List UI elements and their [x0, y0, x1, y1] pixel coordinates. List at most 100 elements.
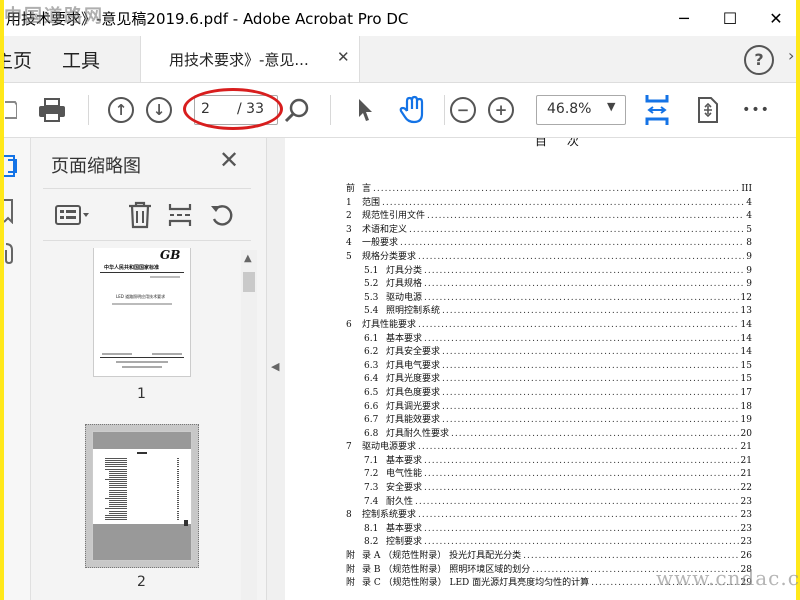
save-icon[interactable]	[4, 83, 18, 137]
toc-page: 12	[740, 292, 752, 303]
toc-row[interactable]: 7 驱动电源要求.................................…	[346, 441, 752, 455]
toc-row[interactable]: 5.1 灯具分类.................................…	[346, 265, 752, 279]
page-number-field[interactable]: 2 / 33	[194, 95, 278, 125]
rotate-page-icon[interactable]	[207, 200, 237, 230]
panel-collapse-handle[interactable]: ◀	[266, 138, 286, 600]
tab-document[interactable]: 用技术要求》-意见... ✕	[140, 36, 360, 82]
close-panel-icon[interactable]: ✕	[219, 146, 239, 174]
toc-row[interactable]: 4 一般要求...................................…	[346, 237, 752, 251]
minimize-button[interactable]: ─	[664, 0, 704, 36]
toc-leader: ........................................…	[424, 333, 739, 344]
current-page-input[interactable]: 2	[201, 101, 210, 117]
toc-row[interactable]: 5.3 驱动电源.................................…	[346, 292, 752, 306]
scrollbar-thumb[interactable]	[243, 272, 255, 292]
toc-number: 3	[346, 224, 352, 235]
toc-leader: ........................................…	[427, 211, 744, 222]
help-icon[interactable]: ?	[744, 45, 774, 75]
toc-row[interactable]: 6.7 灯具能效要求...............................…	[346, 414, 752, 428]
zoom-out-icon[interactable]: −	[448, 83, 478, 137]
thumbnail-selection[interactable]	[85, 424, 199, 568]
toc-row[interactable]: 6.4 灯具光度要求...............................…	[346, 373, 752, 387]
toc-row[interactable]: 2 规范性引用文件................................…	[346, 210, 752, 224]
thumbnail-line	[177, 497, 179, 499]
thumbnail-line	[105, 479, 127, 480]
toc-row[interactable]: 6 灯具性能要求.................................…	[346, 319, 752, 333]
toc-row[interactable]: 5 规格分类要求.................................…	[346, 251, 752, 265]
toc-row[interactable]: 7.4 耐久性..................................…	[346, 496, 752, 510]
toc-row[interactable]: 6.3 灯具电气要求...............................…	[346, 360, 752, 374]
thumbnail-mark	[184, 520, 188, 526]
attachments-icon[interactable]	[4, 240, 16, 268]
close-window-button[interactable]: ✕	[756, 0, 796, 36]
toc-row[interactable]: 6.6 灯具调光要求...............................…	[346, 401, 752, 415]
thumbnail-options-icon[interactable]	[53, 200, 93, 230]
toc-title: 安全要求	[386, 483, 423, 494]
toc-number: 6.3	[364, 360, 379, 371]
toc-row[interactable]: 6.5 灯具色度要求...............................…	[346, 387, 752, 401]
toc-heading: 目 次	[535, 138, 587, 148]
thumbnail-line	[177, 518, 179, 520]
toc-leader: ........................................…	[451, 428, 739, 439]
thumbnail-line	[177, 485, 179, 487]
previous-page-icon[interactable]: ↑	[106, 83, 136, 137]
zoom-in-icon[interactable]: +	[486, 83, 516, 137]
thumbnail-line	[109, 493, 127, 495]
toc-row[interactable]: 6.2 灯具安全要求...............................…	[346, 346, 752, 360]
toc-number: 1	[346, 197, 352, 208]
toc-number: 5	[346, 251, 352, 262]
thumbnail-page-2[interactable]	[92, 431, 192, 561]
scroll-up-icon[interactable]: ▲	[244, 253, 252, 264]
toc-row[interactable]: 7.3 安全要求.................................…	[346, 482, 752, 496]
watermark-top: 中国道路网	[4, 6, 104, 27]
toc-number: 8	[346, 510, 352, 521]
toc-title: 耐久性	[386, 496, 414, 507]
more-tools-icon[interactable]: •••	[736, 83, 776, 137]
thumbnail-line	[177, 464, 179, 466]
thumbnail-page-number: 2	[137, 574, 146, 590]
toc-row[interactable]: 8.2 控制要求.................................…	[346, 536, 752, 550]
delete-page-icon[interactable]	[123, 200, 157, 230]
thumbnail-line	[177, 466, 179, 468]
toc-row[interactable]: 6.8 灯具耐久性要求..............................…	[346, 428, 752, 442]
close-tab-icon[interactable]: ✕	[337, 48, 350, 66]
maximize-button[interactable]: ☐	[710, 0, 750, 36]
toc-number: 5.4	[364, 306, 379, 317]
thumbnail-line	[109, 472, 127, 474]
toc-row[interactable]: 7.2 电气性能.................................…	[346, 468, 752, 482]
toc-leader: ........................................…	[424, 483, 739, 494]
toc-row[interactable]: 5.2 灯具规格.................................…	[346, 278, 752, 292]
toc-number: 6.7	[364, 415, 379, 426]
toc-row[interactable]: 3 术语和定义..................................…	[346, 224, 752, 238]
toc-page: 23	[740, 523, 752, 534]
toc-row[interactable]: 附录 A （规范性附录） 投光灯具配光分类...................…	[346, 550, 752, 564]
toc-row[interactable]: 1 范围.....................................…	[346, 197, 752, 211]
fit-page-icon[interactable]	[642, 83, 672, 137]
zoom-level-select[interactable]: 46.8% ▼	[536, 95, 626, 125]
sign-in-icon[interactable]: ›	[788, 46, 794, 65]
print-icon[interactable]	[34, 83, 70, 137]
thumbnail-page-1[interactable]: GB 中华人民共和国国家标准 LED 道路照明应用技术要求	[93, 248, 191, 377]
select-cursor-icon[interactable]	[350, 83, 380, 137]
toc-number: 8.1	[364, 523, 379, 534]
tab-home[interactable]: 主页	[4, 46, 32, 73]
next-page-icon[interactable]: ↓	[144, 83, 174, 137]
toc-row[interactable]: 5.4 照明控制系统...............................…	[346, 305, 752, 319]
toc-row[interactable]: 前言......................................…	[346, 183, 752, 197]
find-zoom-icon[interactable]	[282, 83, 312, 137]
thumbnail-scrollbar[interactable]: ▲	[241, 250, 257, 600]
toc-leader: ........................................…	[442, 374, 739, 385]
toc-title: 一般要求	[362, 238, 399, 249]
thumbnail-line	[109, 487, 127, 489]
toc-row[interactable]: 7.1 基本要求.................................…	[346, 455, 752, 469]
page-thumbnails-icon[interactable]	[4, 152, 18, 184]
toc-number: 5.2	[364, 279, 379, 290]
tab-tools[interactable]: 工具	[62, 46, 100, 73]
toc-row[interactable]: 8.1 基本要求.................................…	[346, 523, 752, 537]
toc-row[interactable]: 6.1 基本要求.................................…	[346, 333, 752, 347]
thumbnail-line	[177, 506, 179, 508]
bookmarks-icon[interactable]	[4, 198, 16, 228]
toc-row[interactable]: 8 控制系统要求.................................…	[346, 509, 752, 523]
hand-tool-icon[interactable]	[396, 83, 430, 137]
rotate-view-icon[interactable]	[692, 83, 722, 137]
extract-pages-icon[interactable]	[165, 200, 195, 230]
